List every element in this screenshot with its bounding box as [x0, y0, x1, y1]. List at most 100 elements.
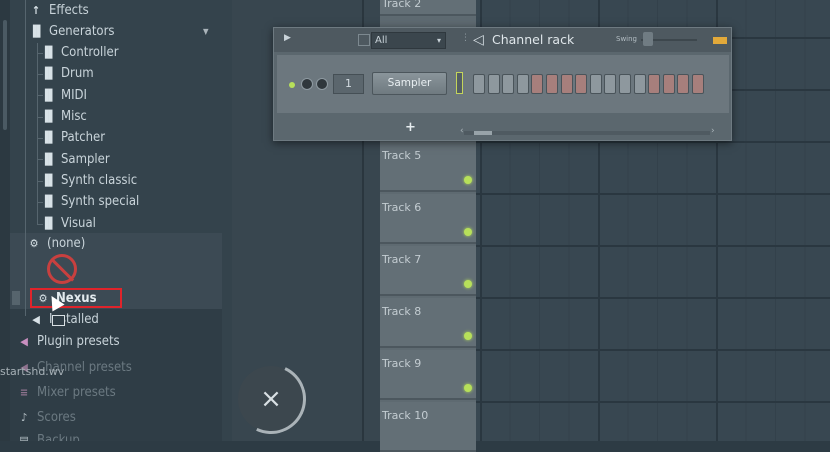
tree-guide	[25, 0, 26, 316]
piano-icon: ▐▌	[41, 131, 57, 144]
channel-name-button[interactable]: Sampler	[372, 72, 447, 95]
piano-icon: ▐▌	[41, 174, 57, 187]
track-led[interactable]	[464, 228, 472, 236]
track-name: Track 6	[382, 201, 422, 214]
mixer-track-number[interactable]: 1	[333, 74, 364, 94]
collapse-handle[interactable]	[12, 291, 20, 305]
browser-item-effects[interactable]: ↑ Effects	[29, 0, 89, 21]
volume-knob[interactable]	[316, 78, 328, 90]
track-header[interactable]: Track 5	[380, 142, 476, 192]
pan-knob[interactable]	[301, 78, 313, 90]
step-button[interactable]	[677, 74, 690, 94]
swing-slider-knob[interactable]	[643, 32, 653, 46]
filter-dropdown[interactable]: All ▾	[371, 32, 446, 49]
browser-item-misc[interactable]: ▐▌ Misc	[41, 106, 87, 127]
step-button[interactable]	[516, 74, 529, 94]
track-led[interactable]	[464, 332, 472, 340]
track-led[interactable]	[464, 280, 472, 288]
piano-icon: ▐▌	[41, 89, 57, 102]
speaker-icon: ◁	[473, 32, 484, 48]
scroll-right-icon[interactable]: ›	[711, 126, 715, 136]
step-button[interactable]	[633, 74, 646, 94]
piano-icon: ▐▌	[41, 195, 57, 208]
gear-icon: ⚙	[29, 237, 39, 250]
browser-item-controller[interactable]: ▐▌ Controller	[41, 42, 119, 63]
channel-rack-header[interactable]: ▶ All ▾ ⋮ ◁ Channel rack Swing	[274, 28, 731, 52]
track-header[interactable]: Track 7	[380, 246, 476, 296]
close-icon: ×	[260, 384, 282, 414]
channel-row: 1 Sampler	[277, 55, 729, 113]
drag-file-icon	[52, 315, 65, 326]
track-name: Track 7	[382, 253, 422, 266]
chevron-down-icon[interactable]: ▼	[203, 21, 209, 42]
channel-select-indicator[interactable]	[456, 72, 463, 94]
browser-item-mixer-presets[interactable]: ≡ Mixer presets	[17, 382, 116, 403]
drag-filename: startshd.wv	[0, 365, 65, 378]
track-name: Track 8	[382, 305, 422, 318]
piano-icon: ▐▌	[41, 46, 57, 59]
grip-icon: ⋮	[461, 33, 470, 43]
step-button[interactable]	[531, 74, 544, 94]
track-header[interactable]: Track 8	[380, 298, 476, 348]
track-name: Track 5	[382, 149, 422, 162]
step-button[interactable]	[662, 74, 675, 94]
channel-rack-title: Channel rack	[492, 32, 575, 47]
browser-item-midi[interactable]: ▐▌ MIDI	[41, 85, 87, 106]
horizontal-scrollbar[interactable]	[464, 131, 710, 135]
channel-led[interactable]	[289, 82, 295, 88]
filter-icon	[358, 34, 370, 46]
channel-rack-footer: + ‹ ›	[274, 116, 731, 140]
step-button[interactable]	[589, 74, 602, 94]
step-button[interactable]	[692, 74, 704, 94]
step-button[interactable]	[502, 74, 515, 94]
track-name: Track 2	[382, 0, 422, 10]
step-button[interactable]	[546, 74, 558, 94]
browser-item-generators[interactable]: ▐▌ Generators ▼	[29, 21, 209, 42]
browser-item-backup[interactable]: ▤ Backup	[17, 430, 80, 441]
track-header[interactable]: Track 6	[380, 194, 476, 244]
browser-item-patcher[interactable]: ▐▌ Patcher	[41, 127, 105, 148]
track-header[interactable]: Track 9	[380, 350, 476, 400]
folder-icon: ▤	[19, 434, 29, 441]
chevron-down-icon: ▾	[436, 36, 441, 45]
browser-item-synth-classic[interactable]: ▐▌ Synth classic	[41, 170, 137, 191]
step-button[interactable]	[575, 74, 588, 94]
track-header[interactable]: Track 10	[380, 402, 476, 452]
piano-icon: ▐▌	[29, 25, 45, 38]
horizontal-scroll-thumb[interactable]	[474, 131, 492, 135]
piano-icon: ▐▌	[41, 110, 57, 123]
channel-rack-window: ▶ All ▾ ⋮ ◁ Channel rack Swing 1 Sampler…	[273, 27, 732, 141]
filter-value: All	[375, 35, 388, 46]
track-name: Track 10	[382, 409, 429, 422]
browser-item-plugin-presets[interactable]: ◀ Plugin presets	[17, 331, 119, 352]
menu-arrow-icon[interactable]: ▶	[284, 33, 291, 43]
browser-scroll-thumb[interactable]	[3, 20, 7, 130]
browser-item-sampler[interactable]: ▐▌ Sampler	[41, 149, 110, 170]
browser-item-drum[interactable]: ▐▌ Drum	[41, 63, 94, 84]
close-overlay-button[interactable]: ×	[226, 354, 316, 444]
piano-icon: ▐▌	[41, 217, 57, 230]
step-button[interactable]	[648, 74, 661, 94]
browser-item-synth-special[interactable]: ▐▌ Synth special	[41, 191, 139, 212]
track-led[interactable]	[464, 176, 472, 184]
browser-item-none[interactable]: ⚙ (none)	[27, 233, 86, 254]
track-name: Track 9	[382, 357, 422, 370]
swing-label: Swing	[616, 35, 637, 43]
speaker-icon: ◀	[32, 313, 40, 326]
browser-item-scores[interactable]: ♪ Scores	[17, 407, 76, 428]
mixer-icon: ≡	[19, 386, 29, 399]
step-button[interactable]	[604, 74, 617, 94]
browser-item-visual[interactable]: ▐▌ Visual	[41, 213, 96, 234]
step-grid-icon[interactable]	[713, 37, 727, 44]
step-button[interactable]	[487, 74, 500, 94]
track-led[interactable]	[464, 384, 472, 392]
add-channel-button[interactable]: +	[405, 120, 416, 135]
note-icon: ♪	[20, 411, 28, 424]
step-button[interactable]	[619, 74, 631, 94]
step-button[interactable]	[560, 74, 573, 94]
step-button[interactable]	[473, 74, 485, 94]
piano-icon: ▐▌	[41, 153, 57, 166]
track-header[interactable]: Track 2	[380, 0, 476, 16]
no-drop-icon	[47, 254, 77, 284]
highlight-box	[30, 288, 122, 308]
